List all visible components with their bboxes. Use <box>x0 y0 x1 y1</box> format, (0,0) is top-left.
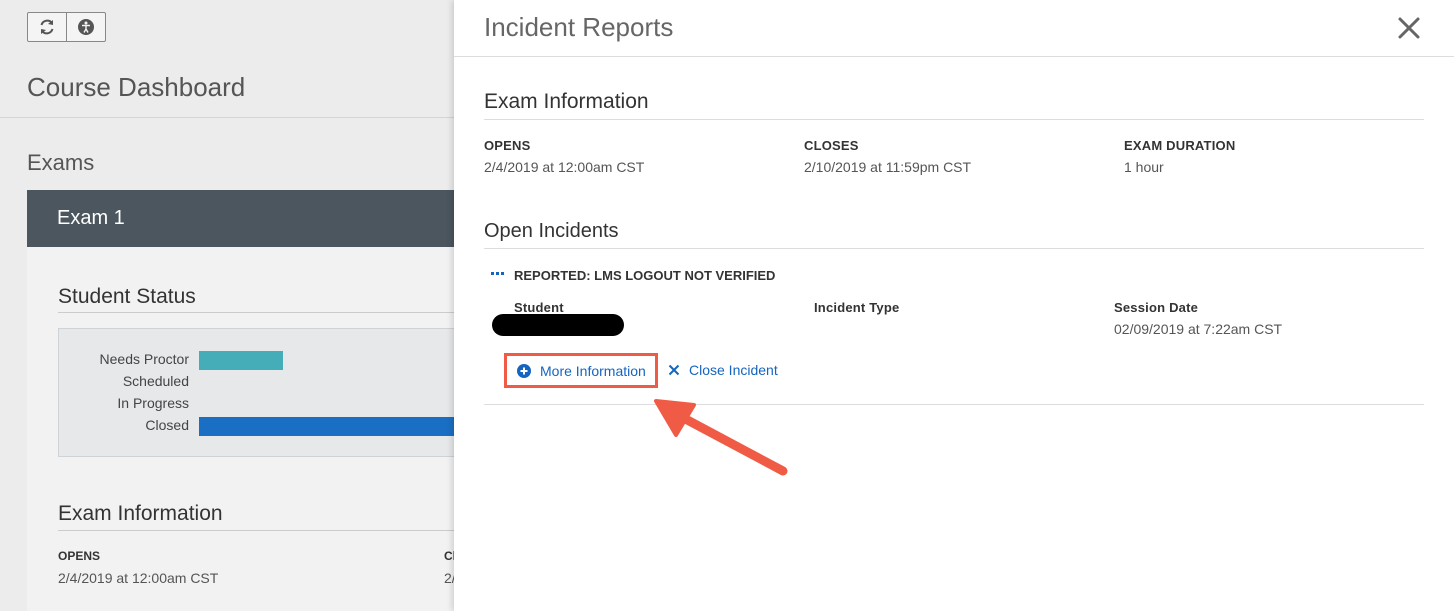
divider <box>484 404 1424 405</box>
bar-needs-proctor <box>199 351 283 370</box>
exam-duration-value: 1 hour <box>1124 159 1164 175</box>
open-incidents-title: Open Incidents <box>484 220 619 242</box>
student-status-title: Student Status <box>58 285 196 308</box>
bar-label: Scheduled <box>122 373 189 389</box>
exam-information-title: Exam Information <box>484 90 649 113</box>
incident-heading: REPORTED: LMS LOGOUT NOT VERIFIED <box>514 268 776 283</box>
accessibility-icon <box>78 19 94 35</box>
exam-card-title[interactable]: Exam 1 <box>27 190 454 247</box>
student-label: Student <box>514 300 564 315</box>
panel-title: Incident Reports <box>484 12 674 42</box>
exam-information-title: Exam Information <box>58 502 223 525</box>
bar-label: Needs Proctor <box>99 351 189 367</box>
bar-label: In Progress <box>117 395 189 411</box>
refresh-icon <box>40 19 54 35</box>
refresh-button[interactable] <box>28 13 66 41</box>
toolbar <box>27 12 106 42</box>
exam-card: Exam 1 Student Status Needs Proctor Sche… <box>27 190 460 611</box>
more-information-label: More Information <box>540 362 646 379</box>
close-icon[interactable] <box>1395 14 1423 42</box>
plus-circle-icon <box>517 363 531 378</box>
bar-row-needs-proctor: Needs Proctor <box>59 348 459 370</box>
closes-label: CLOSES <box>804 138 859 153</box>
annotation-arrow-icon <box>654 399 788 476</box>
bar-row-scheduled: Scheduled <box>59 370 459 392</box>
incident-type-label: Incident Type <box>814 300 900 315</box>
opens-label: OPENS <box>58 549 101 563</box>
opens-value: 2/4/2019 at 12:00am CST <box>484 159 645 175</box>
bar-row-in-progress: In Progress <box>59 392 459 414</box>
bar-closed <box>199 417 455 436</box>
divider <box>0 117 454 118</box>
close-incident-button[interactable]: Close Incident <box>668 362 778 378</box>
session-date-value: 02/09/2019 at 7:22am CST <box>1114 321 1283 337</box>
divider <box>484 119 1424 120</box>
more-information-button[interactable]: More Information <box>504 353 658 388</box>
student-status-chart: Needs Proctor Scheduled In Progress Clos… <box>58 328 460 457</box>
close-incident-label: Close Incident <box>689 362 778 378</box>
opens-value: 2/4/2019 at 12:00am CST <box>58 570 219 586</box>
divider <box>454 56 1454 57</box>
ellipsis-icon[interactable] <box>491 271 505 277</box>
bar-label: Closed <box>145 417 189 433</box>
exams-heading: Exams <box>27 150 95 175</box>
incident-reports-panel: Incident Reports Exam Information OPENS … <box>454 0 1454 611</box>
accessibility-button[interactable] <box>66 13 105 41</box>
session-date-label: Session Date <box>1114 300 1199 315</box>
close-icon <box>668 364 680 376</box>
closes-value: 2/10/2019 at 11:59pm CST <box>804 159 972 175</box>
bar-row-closed: Closed <box>59 414 459 436</box>
divider <box>58 530 454 531</box>
divider <box>58 312 454 313</box>
opens-label: OPENS <box>484 138 531 153</box>
page-title: Course Dashboard <box>27 72 246 102</box>
redacted-student-name <box>492 314 624 336</box>
divider <box>484 248 1424 249</box>
exam-duration-label: EXAM DURATION <box>1124 138 1236 153</box>
